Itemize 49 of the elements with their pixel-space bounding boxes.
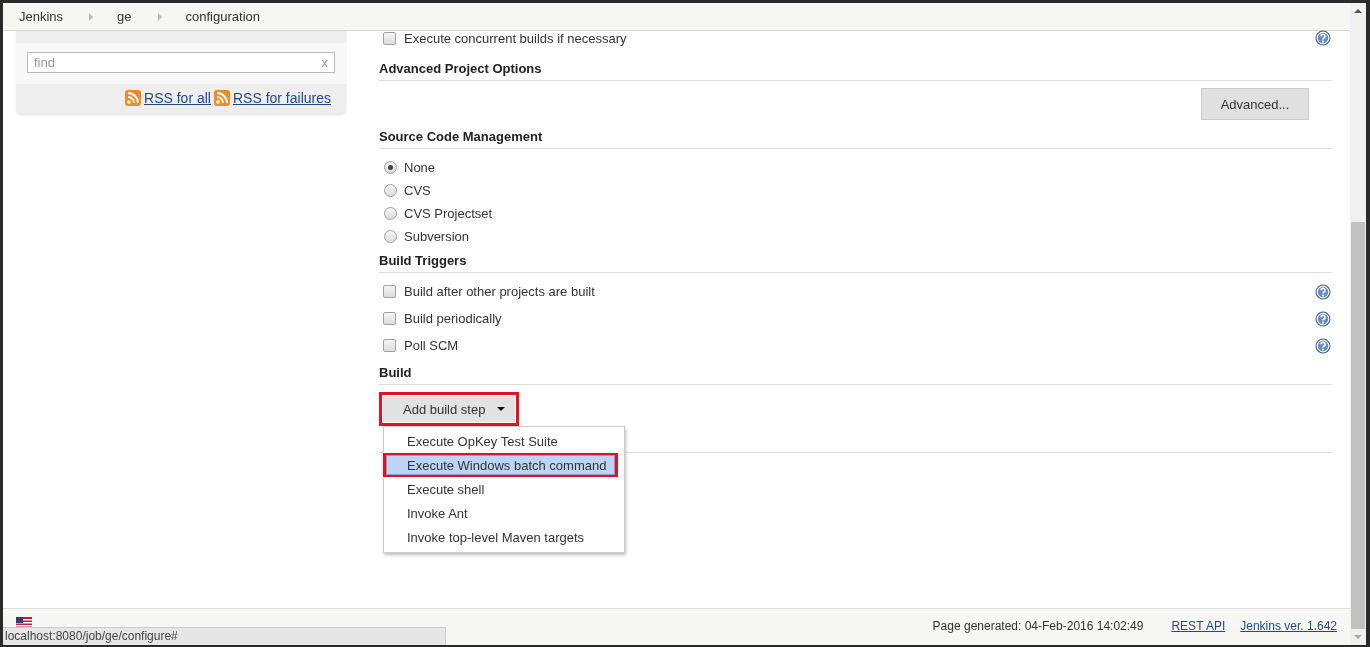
- checkbox[interactable]: [383, 285, 396, 298]
- menu-item[interactable]: Invoke Ant: [386, 503, 615, 523]
- section-heading: Build Triggers: [379, 250, 1332, 273]
- help-icon[interactable]: [1315, 337, 1331, 354]
- help-icon[interactable]: [1315, 283, 1331, 300]
- rss-link[interactable]: RSS for failures: [232, 90, 331, 106]
- rss-icon: [213, 90, 230, 106]
- help-icon[interactable]: [1315, 30, 1331, 46]
- checkbox-label: Execute concurrent builds if necessary: [404, 30, 628, 46]
- caret-icon: [497, 407, 506, 411]
- checkbox-label: Build periodically: [404, 311, 503, 326]
- rss-link[interactable]: RSS for all: [144, 90, 211, 106]
- radio-label: CVS: [404, 183, 431, 198]
- status-url: localhost:8080/job/ge/configure#: [3, 627, 446, 645]
- page-generated-text: Page generated: 04-Feb-2016 14:02:49: [932, 619, 1144, 633]
- checkbox-label: Poll SCM: [404, 338, 460, 353]
- radio-button[interactable]: [384, 161, 397, 174]
- section-heading: Source Code Management: [379, 126, 1332, 149]
- checkbox[interactable]: [383, 339, 396, 352]
- radio-button[interactable]: [384, 184, 397, 197]
- checkbox[interactable]: [383, 31, 396, 45]
- scrollbar-thumb[interactable]: [1351, 222, 1365, 629]
- section-heading: Build: [379, 362, 1332, 385]
- scroll-up-icon: [1354, 9, 1362, 13]
- menu-item[interactable]: Execute shell: [386, 479, 615, 499]
- add-build-step-button[interactable]: Add build step: [383, 396, 515, 422]
- checkbox-label: Build after other projects are built: [404, 284, 596, 299]
- help-icon[interactable]: [1315, 310, 1331, 327]
- footer-link[interactable]: REST API: [1171, 619, 1226, 633]
- menu-item[interactable]: Execute OpKey Test Suite: [386, 431, 615, 451]
- radio-label: None: [404, 160, 436, 175]
- breadcrumb-link[interactable]: ge: [117, 9, 132, 24]
- section-heading: Advanced Project Options: [379, 58, 1332, 81]
- radio-button[interactable]: [384, 207, 397, 220]
- scroll-down-icon: [1354, 635, 1362, 639]
- chevron-icon: [89, 12, 94, 21]
- rss-icon: [125, 90, 142, 106]
- radio-label: Subversion: [404, 229, 470, 244]
- advanced-button[interactable]: Advanced...: [1201, 88, 1309, 120]
- flag-icon: [16, 617, 32, 628]
- checkbox[interactable]: [383, 312, 396, 325]
- radio-button[interactable]: [384, 230, 397, 243]
- footer-link[interactable]: Jenkins ver. 1.642: [1240, 619, 1337, 633]
- breadcrumb-link[interactable]: configuration: [185, 9, 260, 24]
- breadcrumb-link[interactable]: Jenkins: [19, 9, 64, 24]
- menu-item[interactable]: Execute Windows batch command: [386, 455, 615, 475]
- chevron-icon: [157, 12, 162, 21]
- menu-item[interactable]: Invoke top-level Maven targets: [386, 527, 615, 547]
- radio-label: CVS Projectset: [404, 206, 493, 221]
